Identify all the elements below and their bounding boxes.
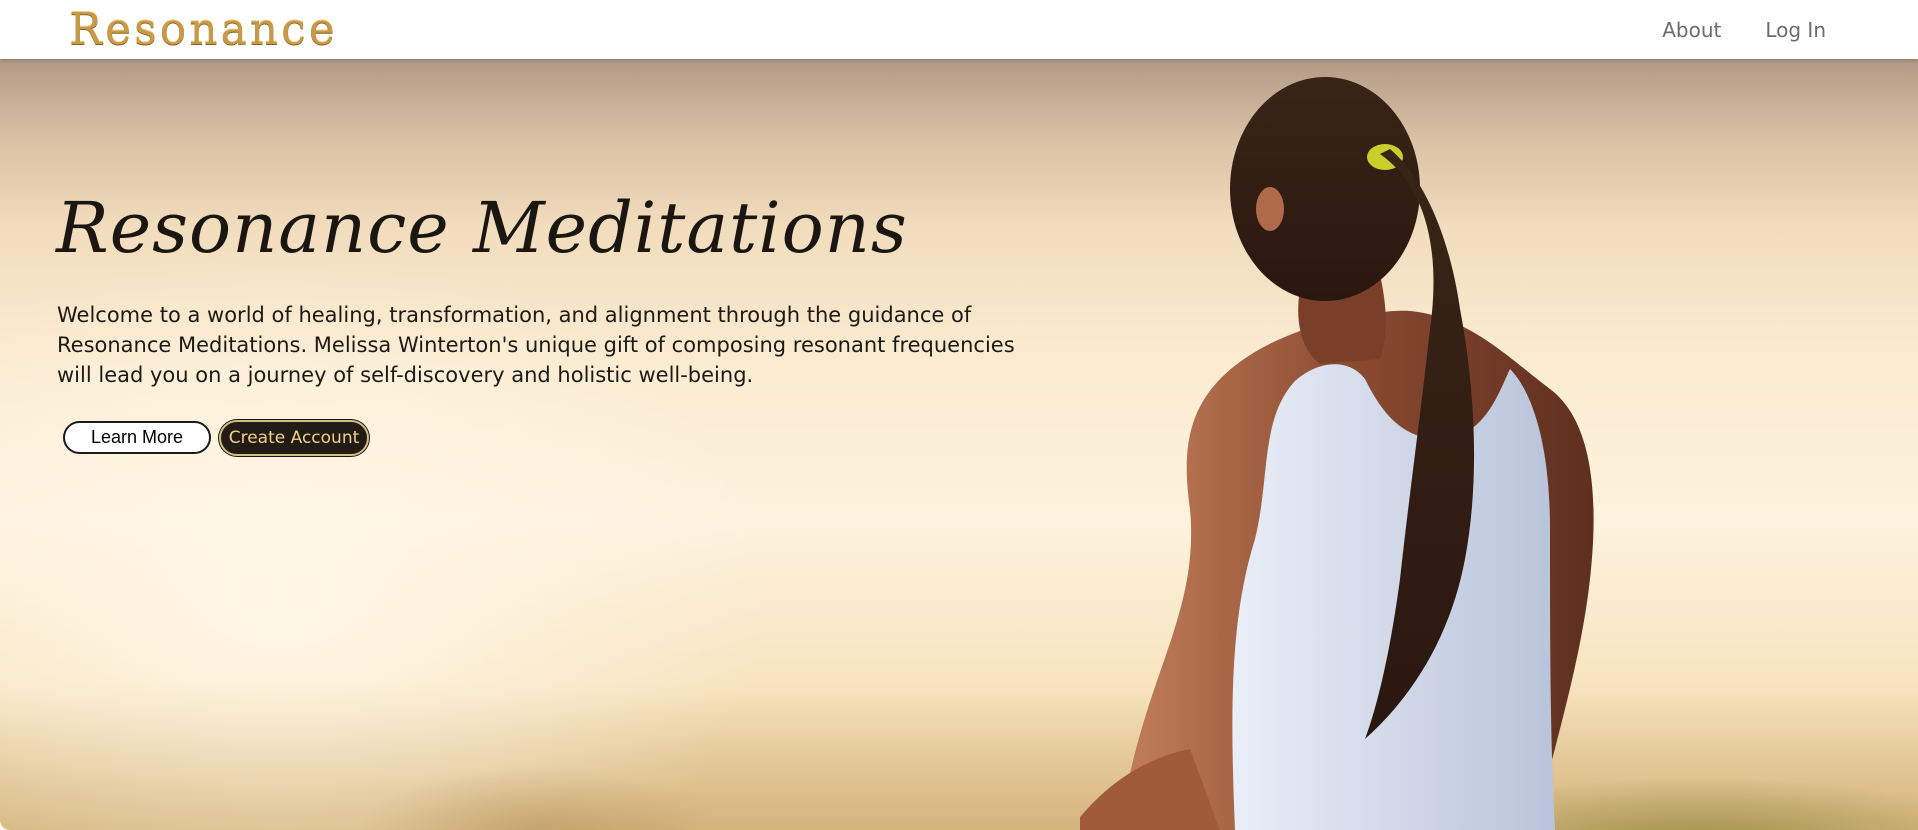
- site-logo[interactable]: Resonance: [69, 2, 338, 58]
- hero-section: Resonance Meditations Welcome to a world…: [0, 59, 1918, 830]
- nav-link-about[interactable]: About: [1662, 18, 1721, 42]
- top-navigation-bar: Resonance About Log In: [0, 0, 1918, 59]
- meditating-woman-image: [1080, 77, 1594, 830]
- nav-link-log-in[interactable]: Log In: [1765, 18, 1826, 42]
- main-nav: About Log In: [1662, 0, 1918, 59]
- learn-more-button[interactable]: Learn More: [63, 421, 211, 454]
- hero-title: Resonance Meditations: [56, 187, 908, 269]
- hero-description: Welcome to a world of healing, transform…: [57, 303, 1015, 387]
- create-account-button[interactable]: Create Account: [219, 420, 369, 456]
